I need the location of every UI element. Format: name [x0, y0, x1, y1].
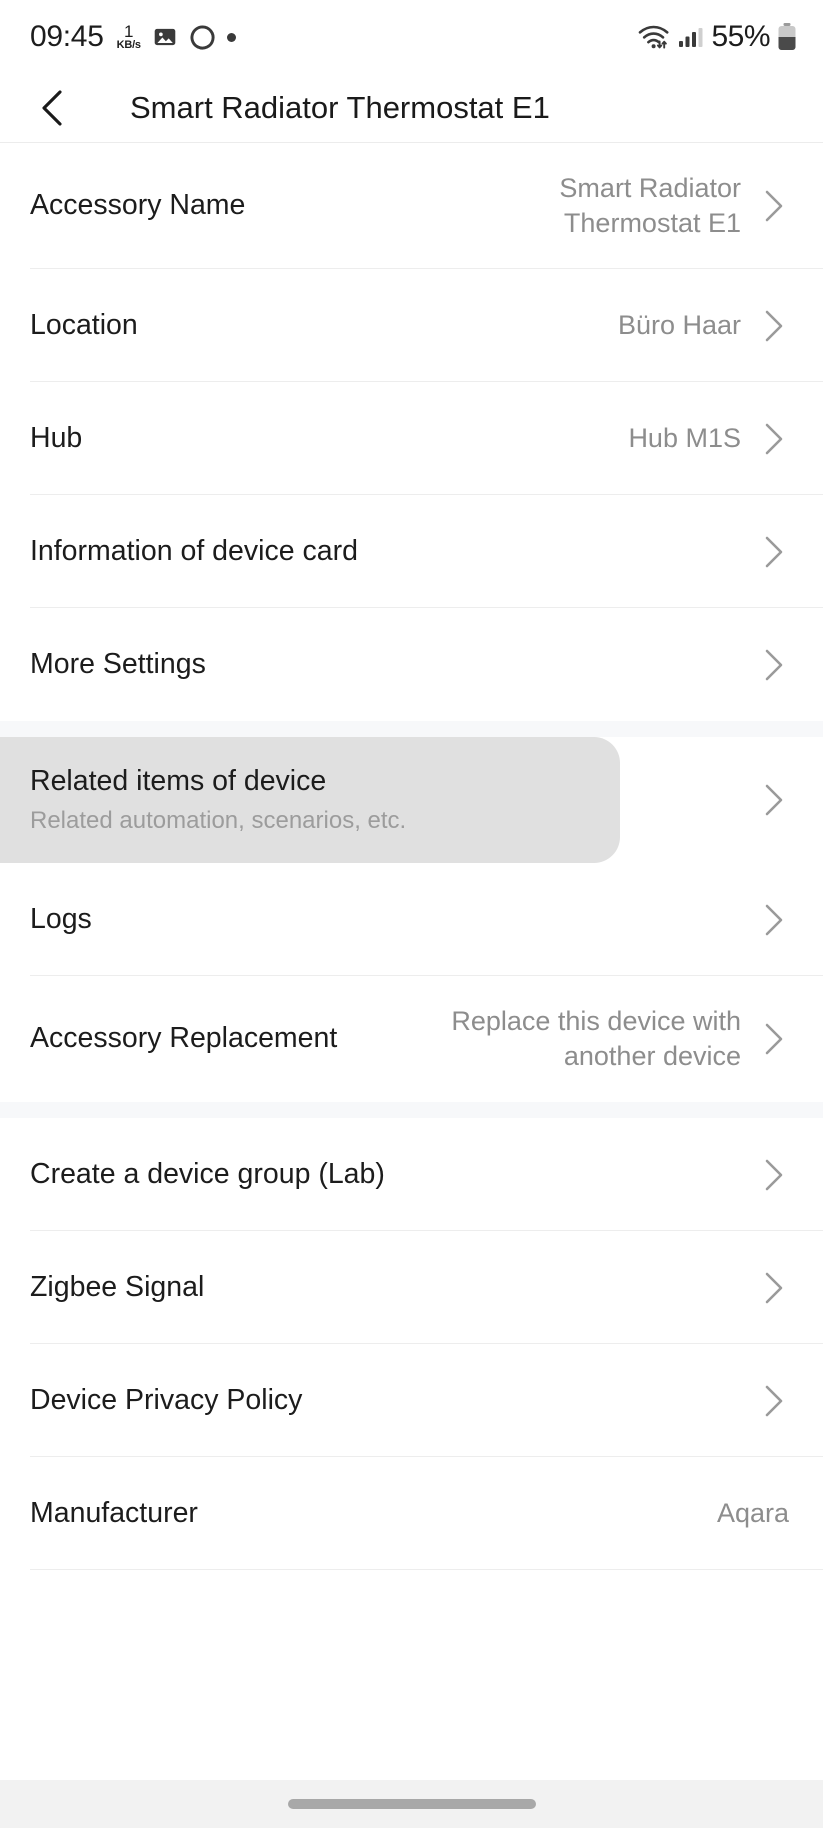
row-label: Hub: [30, 421, 83, 454]
chevron-right-icon: [755, 533, 793, 571]
row-related-items-of-device[interactable]: Related items of device Related automati…: [0, 737, 823, 863]
row-accessory-replacement[interactable]: Accessory Replacement Replace this devic…: [0, 976, 823, 1102]
settings-group-device: Accessory Name Smart Radiator Thermostat…: [0, 143, 823, 721]
row-label: Logs: [30, 902, 92, 935]
row-label: Related items of device: [30, 765, 327, 798]
group-separator-band: [0, 721, 823, 737]
row-value: Replace this device with another device: [451, 1006, 741, 1071]
row-logs[interactable]: Logs: [0, 863, 823, 976]
row-label: Location: [30, 308, 138, 341]
network-speed-unit: KB/s: [116, 39, 141, 51]
row-more-settings[interactable]: More Settings: [0, 608, 823, 721]
image-icon: [152, 24, 178, 50]
battery-icon: [777, 22, 797, 52]
chevron-right-icon: [755, 781, 793, 819]
chevron-right-icon: [755, 646, 793, 684]
home-gesture-handle[interactable]: [287, 1799, 536, 1809]
row-label: Accessory Name: [30, 189, 246, 222]
network-speed-value: 1: [123, 22, 134, 41]
chevron-right-icon: [755, 1382, 793, 1420]
row-accessory-name[interactable]: Accessory Name Smart Radiator Thermostat…: [0, 143, 823, 269]
cellular-signal-icon: [678, 24, 704, 50]
chevron-right-icon: [755, 1020, 793, 1058]
chevron-right-icon: [755, 901, 793, 939]
row-label-stack: Related items of device Related automati…: [30, 764, 406, 835]
row-value: Büro Haar: [617, 310, 741, 341]
chevron-right-icon: [755, 187, 793, 225]
status-time: 09:45: [30, 20, 104, 53]
page-title: Smart Radiator Thermostat E1: [130, 90, 550, 125]
group-separator-band: [0, 1102, 823, 1118]
row-sublabel: Related automation, scenarios, etc.: [30, 806, 407, 834]
row-value: Smart Radiator Thermostat E1: [559, 173, 741, 238]
row-separator: [30, 1569, 823, 1570]
dot-icon: [226, 32, 236, 42]
row-hub[interactable]: Hub Hub M1S: [0, 382, 823, 495]
row-create-a-device-group[interactable]: Create a device group (Lab): [0, 1118, 823, 1231]
settings-group-related: Related items of device Related automati…: [0, 737, 823, 1102]
chevron-right-icon: [755, 1156, 793, 1194]
row-label: Manufacturer: [30, 1496, 198, 1529]
chevron-right-icon: [755, 420, 793, 458]
row-label: Create a device group (Lab): [30, 1157, 385, 1190]
row-label: Accessory Replacement: [30, 1022, 338, 1055]
bixby-circle-icon: [189, 24, 216, 51]
row-label: More Settings: [30, 647, 206, 680]
row-manufacturer: Manufacturer Aqara: [0, 1457, 823, 1570]
system-navigation-bar: [0, 1780, 823, 1828]
battery-percent-label: 55%: [711, 20, 770, 53]
row-label: Zigbee Signal: [30, 1270, 205, 1303]
wifi-icon: [637, 23, 671, 51]
chevron-left-icon: [42, 90, 62, 126]
row-label: Device Privacy Policy: [30, 1383, 303, 1416]
settings-list: Accessory Name Smart Radiator Thermostat…: [0, 143, 823, 1780]
back-button[interactable]: [30, 85, 76, 131]
row-information-of-device-card[interactable]: Information of device card: [0, 495, 823, 608]
row-device-privacy-policy[interactable]: Device Privacy Policy: [0, 1344, 823, 1457]
status-bar-right: 55%: [637, 20, 797, 54]
row-label: Information of device card: [30, 534, 358, 567]
status-bar-left: 09:45 1 KB/s: [30, 20, 236, 54]
row-value: Hub M1S: [628, 423, 741, 454]
app-header: Smart Radiator Thermostat E1: [0, 74, 823, 142]
row-location[interactable]: Location Büro Haar: [0, 269, 823, 382]
network-speed-indicator: 1 KB/s: [117, 23, 141, 51]
row-related-items-of-device-wrapper: Related items of device Related automati…: [0, 737, 823, 863]
row-value: Aqara: [716, 1498, 789, 1529]
app-screen: 09:45 1 KB/s 55% Smart Radiator Thermost…: [0, 0, 823, 1828]
status-bar: 09:45 1 KB/s 55%: [0, 0, 823, 74]
settings-group-advanced: Create a device group (Lab) Zigbee Signa…: [0, 1118, 823, 1570]
row-zigbee-signal[interactable]: Zigbee Signal: [0, 1231, 823, 1344]
chevron-right-icon: [755, 1269, 793, 1307]
chevron-right-icon: [755, 307, 793, 345]
